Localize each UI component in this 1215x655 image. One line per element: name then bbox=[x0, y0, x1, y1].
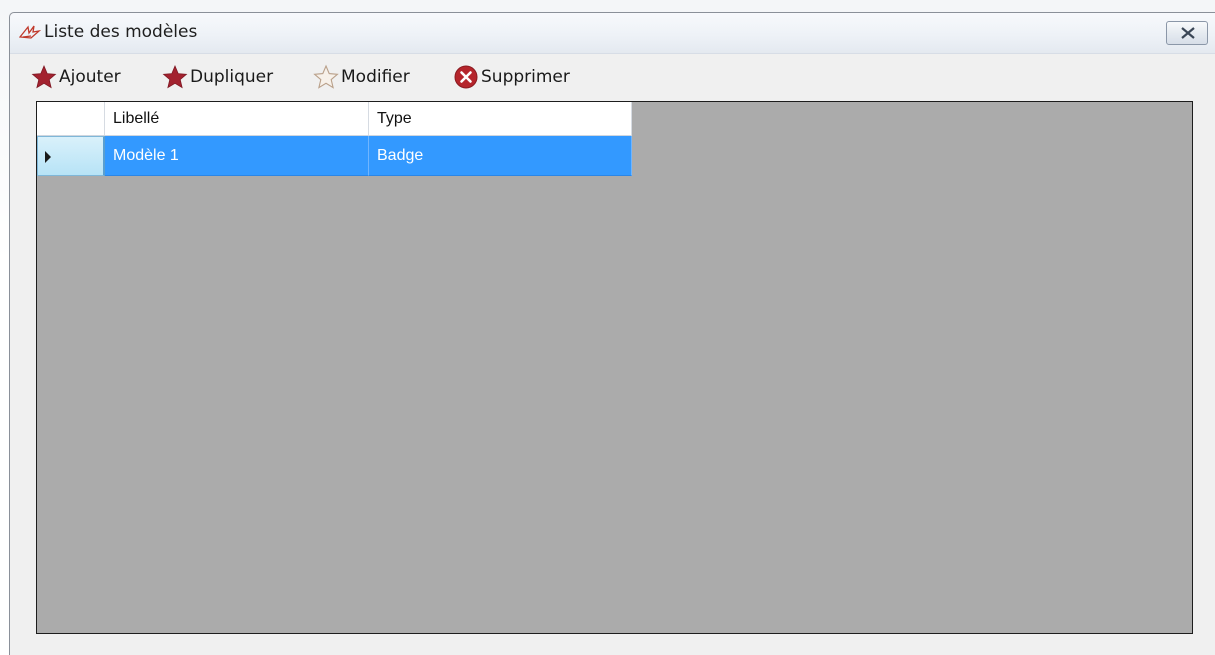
close-button[interactable] bbox=[1166, 21, 1208, 45]
column-header-libelle[interactable]: Libellé bbox=[105, 102, 369, 135]
cell-type[interactable]: Badge bbox=[369, 136, 632, 176]
cell-libelle[interactable]: Modèle 1 bbox=[105, 136, 369, 176]
grid-header: Libellé Type bbox=[37, 102, 632, 136]
duplicate-button[interactable]: Dupliquer bbox=[162, 63, 273, 91]
delete-button-label: Supprimer bbox=[481, 67, 570, 87]
star-red-icon bbox=[31, 64, 57, 90]
close-icon bbox=[1181, 27, 1195, 39]
add-button-label: Ajouter bbox=[59, 67, 121, 87]
duplicate-button-label: Dupliquer bbox=[190, 67, 274, 87]
edit-button-label: Modifier bbox=[341, 67, 410, 87]
models-grid[interactable]: Libellé Type Modèle 1 Badge bbox=[36, 101, 1193, 634]
star-red-icon bbox=[162, 64, 188, 90]
row-header-corner[interactable] bbox=[37, 102, 105, 135]
edit-button[interactable]: Modifier bbox=[313, 63, 410, 91]
add-button[interactable]: Ajouter bbox=[31, 63, 121, 91]
delete-x-circle-icon bbox=[453, 64, 479, 90]
current-row-arrow-icon bbox=[45, 151, 51, 163]
title-bar[interactable]: Liste des modèles bbox=[10, 13, 1215, 54]
window-title: Liste des modèles bbox=[44, 22, 198, 42]
app-logo-icon bbox=[18, 23, 42, 41]
star-outline-icon bbox=[313, 64, 339, 90]
column-header-type[interactable]: Type bbox=[369, 102, 632, 135]
models-list-window: Liste des modèles Ajouter Dupliquer Modi… bbox=[9, 12, 1215, 655]
table-row[interactable]: Modèle 1 Badge bbox=[37, 136, 632, 176]
toolbar: Ajouter Dupliquer Modifier Supprimer bbox=[10, 57, 1215, 97]
row-header[interactable] bbox=[37, 136, 105, 176]
delete-button[interactable]: Supprimer bbox=[453, 63, 570, 91]
